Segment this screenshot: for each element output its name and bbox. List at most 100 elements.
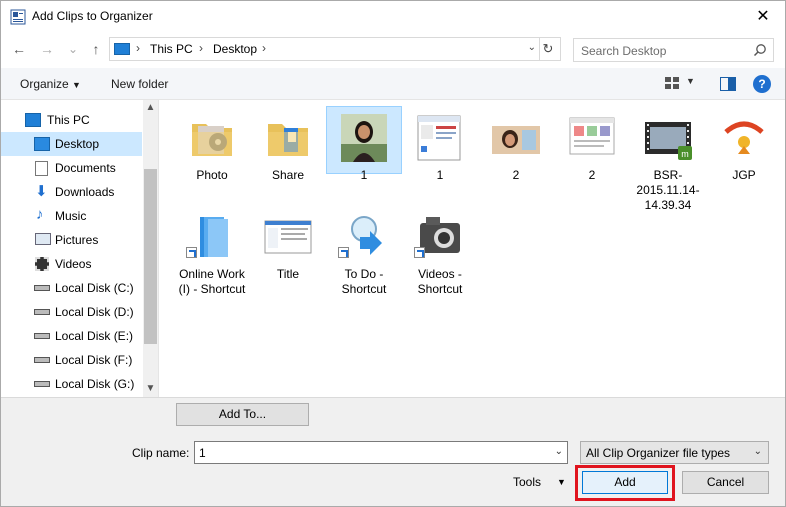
file-item[interactable]: 2 bbox=[480, 108, 552, 183]
back-button[interactable]: ← bbox=[10, 40, 28, 58]
chevron-down-icon: ⌄ bbox=[753, 446, 762, 457]
scroll-thumb[interactable] bbox=[144, 169, 157, 344]
breadcrumb-this-pc[interactable]: This PC bbox=[150, 42, 193, 56]
chevron-down-icon[interactable]: ⌄ bbox=[555, 446, 563, 457]
downloads-icon: ⬇ bbox=[35, 183, 48, 200]
svg-text:m: m bbox=[681, 149, 689, 159]
file-item[interactable]: JGP bbox=[708, 108, 780, 183]
preview-pane-icon[interactable] bbox=[720, 77, 736, 91]
file-list: Photo Share 1 1 2 2 m BSR-2015.11.14-14.… bbox=[160, 100, 785, 397]
chevron-right-icon: › bbox=[199, 41, 203, 55]
sidebar-item-videos[interactable]: Videos bbox=[1, 252, 142, 276]
navigation-pane: This PC Desktop Documents ⬇ Downloads ♪ … bbox=[1, 100, 159, 397]
file-label: BSR-2015.11.14-14.39.34 bbox=[636, 168, 700, 212]
title-bar: Add Clips to Organizer ✕ bbox=[1, 1, 785, 32]
scroll-down-icon[interactable]: ▼ bbox=[143, 381, 158, 397]
file-type-value: All Clip Organizer file types bbox=[586, 446, 731, 460]
new-folder-button[interactable]: New folder bbox=[111, 77, 168, 91]
sidebar-item-pictures[interactable]: Pictures bbox=[1, 228, 142, 252]
clip-name-value: 1 bbox=[199, 446, 206, 460]
photo-thumbnail-icon bbox=[492, 126, 540, 154]
search-box[interactable]: Search Desktop bbox=[573, 38, 774, 62]
recent-locations-button[interactable]: ⌄ bbox=[64, 40, 82, 58]
add-button[interactable]: Add bbox=[582, 471, 668, 494]
sidebar-item-local-disk-f[interactable]: Local Disk (F:) bbox=[1, 348, 142, 372]
shortcut-arrow-icon bbox=[338, 247, 349, 258]
file-label: 2 bbox=[588, 168, 596, 182]
file-label: Photo bbox=[196, 168, 228, 182]
caret-down-icon[interactable]: ▼ bbox=[557, 477, 566, 487]
music-icon: ♪ bbox=[36, 206, 44, 223]
command-bar: Organize ▼ New folder ▼ ? bbox=[1, 68, 785, 100]
clip-name-label: Clip name: bbox=[132, 446, 190, 460]
file-label: Title bbox=[276, 267, 300, 281]
drive-icon bbox=[34, 309, 50, 315]
file-type-select[interactable]: All Clip Organizer file types ⌄ bbox=[580, 441, 769, 464]
sidebar-item-desktop[interactable]: Desktop bbox=[1, 132, 142, 156]
screenshot-thumbnail-icon bbox=[569, 117, 615, 155]
dialog-footer: Add To... Clip name: 1 ⌄ All Clip Organi… bbox=[1, 397, 785, 506]
add-to-button[interactable]: Add To... bbox=[176, 403, 309, 426]
forward-arrow-icon: → bbox=[40, 41, 54, 57]
address-bar[interactable]: › This PC › Desktop › ⌄ ↻ bbox=[109, 37, 561, 61]
view-dropdown-icon[interactable]: ▼ bbox=[686, 76, 695, 86]
file-item[interactable]: To Do - Shortcut bbox=[328, 207, 400, 297]
file-label: Online Work (I) - Shortcut bbox=[178, 267, 246, 296]
breadcrumb-desktop[interactable]: Desktop bbox=[213, 42, 257, 56]
sidebar-item-this-pc[interactable]: This PC bbox=[1, 108, 142, 132]
file-item[interactable]: Videos - Shortcut bbox=[404, 207, 476, 297]
help-icon[interactable]: ? bbox=[753, 75, 771, 93]
file-label: To Do - Shortcut bbox=[341, 267, 387, 296]
forward-button[interactable]: → bbox=[38, 40, 56, 58]
file-item[interactable]: 2 bbox=[556, 108, 628, 183]
tools-menu[interactable]: Tools bbox=[513, 475, 541, 489]
sidebar-item-documents[interactable]: Documents bbox=[1, 156, 142, 180]
address-dropdown-icon[interactable]: ⌄ bbox=[528, 42, 536, 53]
window-title: Add Clips to Organizer bbox=[32, 9, 153, 23]
view-options-icon[interactable] bbox=[665, 77, 679, 90]
drive-icon bbox=[34, 381, 50, 387]
close-icon: ✕ bbox=[756, 8, 770, 25]
drive-icon bbox=[34, 357, 50, 363]
sidebar-item-local-disk-e[interactable]: Local Disk (E:) bbox=[1, 324, 142, 348]
file-item[interactable]: Share bbox=[252, 108, 324, 183]
up-button[interactable]: ↑ bbox=[87, 40, 105, 58]
sidebar-item-local-disk-c[interactable]: Local Disk (C:) bbox=[1, 276, 142, 300]
sidebar-scrollbar[interactable]: ▲ ▼ bbox=[143, 100, 158, 397]
video-file-icon: m bbox=[645, 122, 692, 160]
navigation-bar: ← → ⌄ ↑ › This PC › Desktop › ⌄ ↻ Search… bbox=[1, 32, 785, 68]
file-item[interactable]: Title bbox=[252, 207, 324, 282]
documents-icon bbox=[35, 161, 48, 176]
close-button[interactable]: ✕ bbox=[741, 1, 785, 32]
sidebar-item-local-disk-d[interactable]: Local Disk (D:) bbox=[1, 300, 142, 324]
clip-name-input[interactable]: 1 ⌄ bbox=[194, 441, 568, 464]
folder-icon bbox=[268, 124, 308, 156]
computer-icon bbox=[114, 43, 130, 55]
file-item[interactable]: 1 bbox=[326, 106, 402, 183]
sidebar-item-music[interactable]: ♪ Music bbox=[1, 204, 142, 228]
drive-icon bbox=[34, 285, 50, 291]
file-item[interactable]: 1 bbox=[404, 108, 476, 183]
file-item[interactable]: Photo bbox=[176, 108, 248, 183]
refresh-icon[interactable]: ↻ bbox=[540, 41, 556, 57]
file-label: 1 bbox=[360, 168, 368, 182]
sidebar-item-local-disk-g[interactable]: Local Disk (G:) bbox=[1, 372, 142, 396]
file-label: Videos - Shortcut bbox=[417, 267, 463, 296]
search-icon bbox=[753, 44, 766, 57]
file-item[interactable]: Online Work (I) - Shortcut bbox=[176, 207, 248, 297]
photo-thumbnail-icon bbox=[341, 114, 387, 162]
organize-menu[interactable]: Organize ▼ bbox=[20, 77, 81, 91]
add-clips-dialog: Add Clips to Organizer ✕ ← → ⌄ ↑ › This … bbox=[0, 0, 786, 507]
file-item[interactable]: m BSR-2015.11.14-14.39.34 bbox=[632, 108, 704, 213]
search-placeholder: Search Desktop bbox=[581, 44, 667, 58]
screenshot-thumbnail-icon bbox=[264, 220, 312, 254]
file-label: Share bbox=[271, 168, 305, 182]
pictures-icon bbox=[35, 233, 51, 245]
screenshot-thumbnail-icon bbox=[417, 115, 461, 161]
clip-organizer-icon bbox=[10, 9, 26, 25]
cancel-button[interactable]: Cancel bbox=[682, 471, 769, 494]
scroll-up-icon[interactable]: ▲ bbox=[143, 100, 158, 116]
sidebar-item-downloads[interactable]: ⬇ Downloads bbox=[1, 180, 142, 204]
up-arrow-icon: ↑ bbox=[92, 41, 100, 57]
chevron-down-icon: ⌄ bbox=[67, 42, 79, 56]
